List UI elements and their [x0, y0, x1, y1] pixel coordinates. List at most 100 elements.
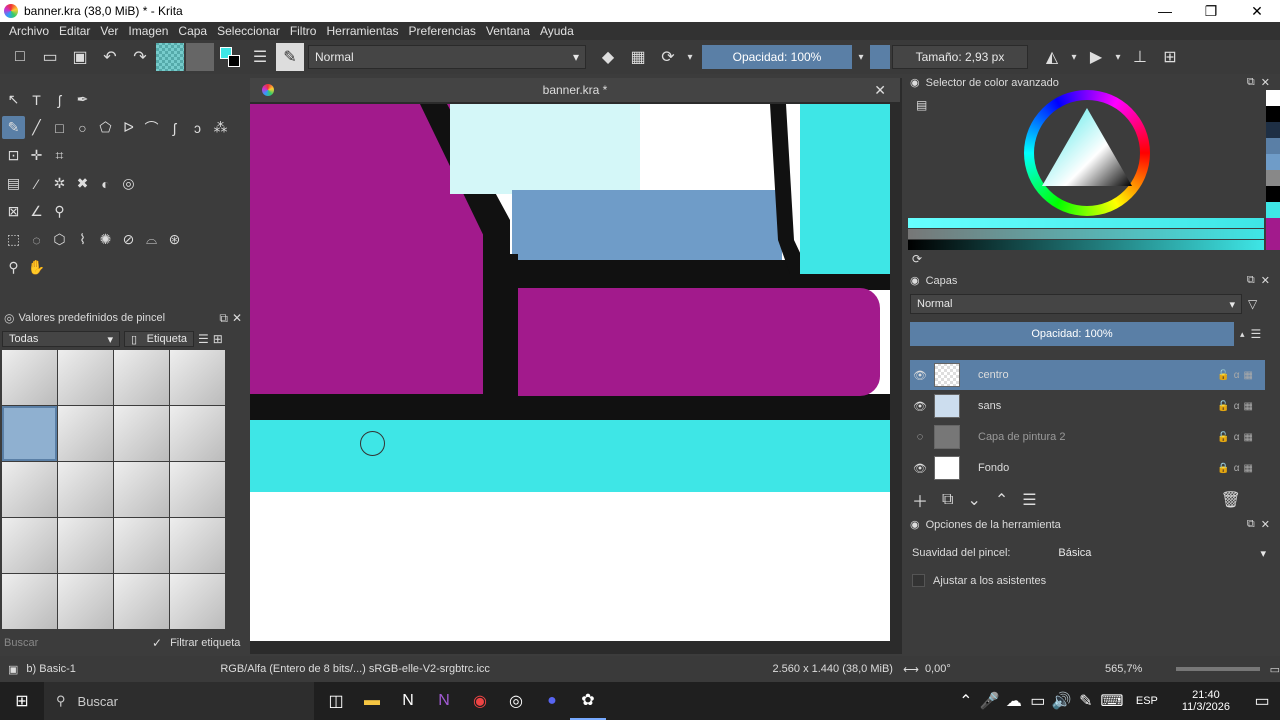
drawing-canvas[interactable]: [250, 104, 890, 641]
blend-mode-select[interactable]: Normal ▾: [308, 45, 586, 69]
notion-icon[interactable]: N: [390, 682, 426, 720]
eraser-icon[interactable]: ◆: [594, 43, 622, 71]
menu-ver[interactable]: Ver: [95, 24, 123, 38]
layer-opacity-slider[interactable]: Opacidad: 100%: [910, 322, 1234, 346]
windows-start-icon[interactable]: ⊞: [0, 682, 44, 720]
chevron-down-icon[interactable]: ▾: [1112, 43, 1124, 71]
calligraphy-icon[interactable]: ✒: [71, 88, 94, 111]
menu-icon[interactable]: ☰: [198, 332, 209, 346]
smoothing-select[interactable]: Básica ▾: [1052, 544, 1272, 562]
eye-icon[interactable]: 👁: [910, 369, 930, 382]
preset-search-input[interactable]: Buscar: [4, 637, 144, 649]
select-shape-icon[interactable]: ↖: [2, 88, 25, 111]
rectangle-tool-icon[interactable]: □: [48, 116, 71, 139]
transform-icon[interactable]: ⊡: [2, 144, 25, 167]
freehand-brush-icon[interactable]: ✎: [2, 116, 25, 139]
minimize-button[interactable]: —: [1142, 0, 1188, 22]
float-icon[interactable]: ⧉: [1247, 76, 1255, 89]
redo-icon[interactable]: ↷: [126, 43, 154, 71]
ellipse-select-icon[interactable]: ◌: [25, 228, 48, 251]
bezier-tool-icon[interactable]: ⌒: [140, 116, 163, 139]
colorize-mask-icon[interactable]: ✖: [71, 172, 94, 195]
alpha-lock-icon[interactable]: ▦: [624, 43, 652, 71]
brush-preset-thumbnail[interactable]: [114, 406, 169, 461]
fill-enclosed-icon[interactable]: ◎: [117, 172, 140, 195]
brush-preset-thumbnail[interactable]: [58, 518, 113, 573]
menu-editar[interactable]: Editar: [54, 24, 95, 38]
rect-select-icon[interactable]: ⬚: [2, 228, 25, 251]
opacity-slider[interactable]: Opacidad: 100%: [702, 45, 852, 69]
brush-preset-thumbnail[interactable]: [2, 574, 57, 629]
preset-filter-select[interactable]: Todas ▾: [2, 331, 120, 347]
layer-properties-icon[interactable]: ☰: [1022, 490, 1036, 510]
brush-preset-thumbnail[interactable]: [2, 462, 57, 517]
gradient-icon[interactable]: ▤: [2, 172, 25, 195]
layer-row[interactable]: ◌ Capa de pintura 2 🔓α▦: [910, 422, 1265, 452]
onenote-icon[interactable]: N: [426, 682, 462, 720]
menu-preferencias[interactable]: Preferencias: [404, 24, 481, 38]
multibrush-icon[interactable]: ⁂: [209, 116, 232, 139]
hue-slider[interactable]: [908, 218, 1264, 228]
pen-icon[interactable]: ✎: [1074, 682, 1098, 720]
chevron-down-icon[interactable]: ▾: [854, 43, 868, 71]
open-folder-icon[interactable]: ▭: [36, 43, 64, 71]
reference-image-icon[interactable]: ⚲: [48, 200, 71, 223]
filter-icon[interactable]: ▽: [1248, 297, 1257, 311]
menu-icon[interactable]: ☰: [1251, 327, 1262, 341]
view-mode-icon[interactable]: ⊞: [213, 332, 223, 346]
brush-preset-thumbnail[interactable]: [170, 350, 225, 405]
taskbar-search[interactable]: ⚲ Buscar: [44, 682, 314, 720]
freehand-select-icon[interactable]: ⌇: [71, 228, 94, 251]
brush-preset-thumbnail[interactable]: [2, 518, 57, 573]
brush-preset-icon[interactable]: ✎: [276, 43, 304, 71]
brush-preset-thumbnail[interactable]: [114, 574, 169, 629]
mirror-vertical-icon[interactable]: ▶: [1082, 43, 1110, 71]
chrome-icon[interactable]: ◉: [462, 682, 498, 720]
eye-icon[interactable]: 👁: [910, 462, 930, 475]
refresh-icon[interactable]: ⟳: [912, 252, 922, 266]
magnetic-select-icon[interactable]: ⊛: [163, 228, 186, 251]
saturation-slider[interactable]: [908, 229, 1264, 239]
network-icon[interactable]: ▭: [1026, 682, 1050, 720]
discord-icon[interactable]: ●: [534, 682, 570, 720]
polygon-select-icon[interactable]: ⬡: [48, 228, 71, 251]
float-icon[interactable]: ⧉: [219, 311, 228, 326]
close-icon[interactable]: ✕: [232, 311, 242, 325]
brush-preset-thumbnail[interactable]: [58, 574, 113, 629]
text-tool-icon[interactable]: T: [25, 88, 48, 111]
assistant-tool-icon[interactable]: ⊠: [2, 200, 25, 223]
dynamic-brush-icon[interactable]: ↄ: [186, 116, 209, 139]
add-layer-icon[interactable]: ＋: [912, 488, 928, 512]
float-icon[interactable]: ⧉: [1247, 518, 1255, 531]
hidden-eye-icon[interactable]: ◌: [910, 431, 930, 443]
brush-preset-thumbnail[interactable]: [58, 350, 113, 405]
menu-imagen[interactable]: Imagen: [123, 24, 173, 38]
clock[interactable]: 21:40 11/3/2026: [1182, 689, 1230, 713]
rotation-icon[interactable]: ⟷: [903, 663, 919, 676]
brush-preset-thumbnail[interactable]: [170, 574, 225, 629]
menu-capa[interactable]: Capa: [173, 24, 212, 38]
mirror-horizontal-icon[interactable]: ◭: [1038, 43, 1066, 71]
move-up-icon[interactable]: ⌃: [995, 490, 1008, 510]
size-slider[interactable]: Tamaño: 2,93 px: [892, 45, 1028, 69]
language-indicator[interactable]: ESP: [1136, 695, 1158, 707]
layer-lock-icons[interactable]: 🔓α▦: [1217, 370, 1257, 381]
maximize-button[interactable]: ❐: [1188, 0, 1234, 22]
layer-blend-select[interactable]: Normal ▾: [910, 294, 1242, 314]
undo-icon[interactable]: ↶: [96, 43, 124, 71]
ellipse-tool-icon[interactable]: ○: [71, 116, 94, 139]
brush-settings-icon[interactable]: ☰: [246, 43, 274, 71]
menu-seleccionar[interactable]: Seleccionar: [212, 24, 285, 38]
color-picker-icon[interactable]: ⁄: [25, 172, 48, 195]
color-menu-icon[interactable]: ▤: [916, 98, 927, 112]
menu-herramientas[interactable]: Herramientas: [321, 24, 403, 38]
spin-icon[interactable]: ▴: [1240, 329, 1245, 340]
checkbox[interactable]: [912, 574, 925, 587]
brush-preset-thumbnail[interactable]: [114, 350, 169, 405]
value-slider[interactable]: [908, 240, 1264, 250]
save-icon[interactable]: ▣: [66, 43, 94, 71]
pan-icon[interactable]: ✋: [25, 256, 48, 279]
brush-preset-thumbnail[interactable]: [114, 462, 169, 517]
menu-archivo[interactable]: Archivo: [4, 24, 54, 38]
reload-preset-icon[interactable]: ⟳: [654, 43, 682, 71]
